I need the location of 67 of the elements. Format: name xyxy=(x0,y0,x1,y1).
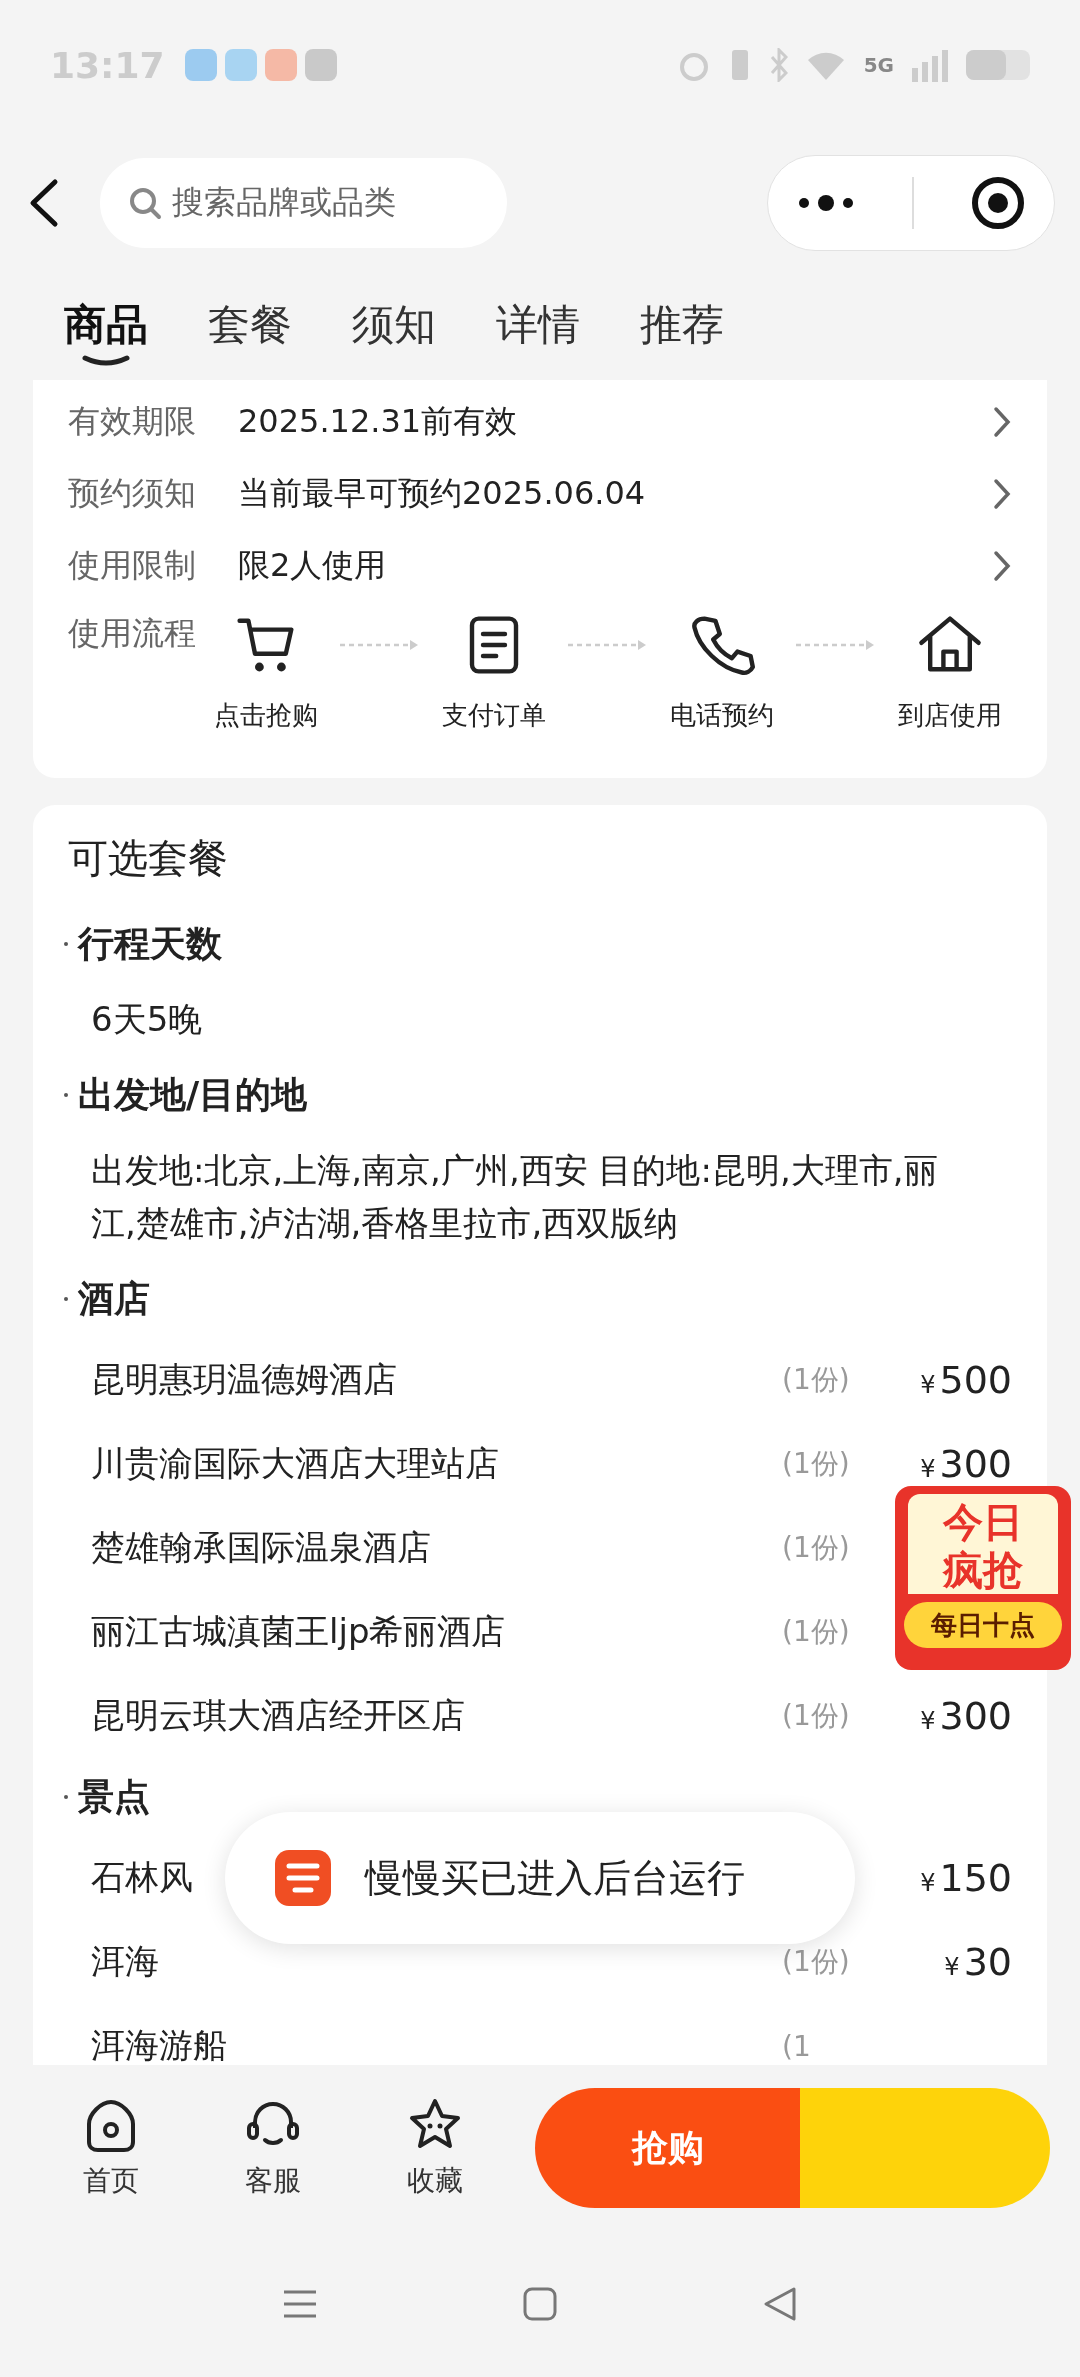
section-heading: 景点 xyxy=(78,1774,150,1819)
step-label: 电话预约 xyxy=(670,699,774,732)
step-label: 点击抢购 xyxy=(214,699,318,732)
step-label: 支付订单 xyxy=(442,699,546,732)
tab-bar-item[interactable]: 客服 xyxy=(191,2095,354,2201)
tab[interactable]: 详情 xyxy=(496,297,580,375)
app-logo-icon xyxy=(275,1850,331,1906)
item-quantity: (1份) xyxy=(782,1531,850,1564)
section-text: 6天5晚 xyxy=(90,998,204,1041)
item-price: ¥30 xyxy=(944,1940,1012,1984)
section-text: 出发地:北京,上海,南京,广州,西安 目的地:昆明,大理市,丽江,楚雄市,泸沽湖,香格里拉市,西双版纳 xyxy=(90,1149,939,1245)
tab[interactable]: 须知 xyxy=(352,297,436,375)
item-name: 昆明惠玥温德姆酒店 xyxy=(91,1359,397,1399)
search-field[interactable]: 搜索品牌或品类 xyxy=(100,157,507,248)
underline-icon xyxy=(81,355,131,367)
promo-badge[interactable]: 今日 疯抢 每日十点 xyxy=(895,1486,1071,1670)
item-name: 洱海游船 xyxy=(91,2025,227,2065)
section-heading: 出发地/目的地 xyxy=(78,1072,308,1117)
item-quantity: (1份) xyxy=(782,1699,850,1732)
chevron-icon[interactable] xyxy=(992,477,1012,511)
info-value: 限2人使用 xyxy=(238,545,388,586)
signal-icon xyxy=(912,48,948,82)
network-label: 5G xyxy=(863,53,894,77)
item-name: 洱海 xyxy=(91,1941,159,1981)
item-price: ¥150 xyxy=(920,1856,1012,1900)
toast-message: 慢慢买已进入后台运行 xyxy=(365,1854,745,1902)
app-icon xyxy=(304,49,337,81)
wifi-icon xyxy=(805,50,846,80)
tab[interactable]: 套餐 xyxy=(208,297,292,375)
section-heading: 酒店 xyxy=(78,1276,150,1321)
tab[interactable]: 推荐 xyxy=(640,297,724,375)
item-quantity: (1份) xyxy=(782,1363,850,1396)
item-quantity: (1份) xyxy=(782,1615,850,1648)
item-name: 川贵渝国际大酒店大理站店 xyxy=(91,1443,499,1483)
more-icon[interactable] xyxy=(796,192,856,213)
section-heading: 行程天数 xyxy=(78,921,222,966)
item-name: 石林风 xyxy=(91,1857,193,1897)
search-icon xyxy=(128,185,162,220)
item-name: 楚雄翰承国际温泉酒店 xyxy=(91,1527,431,1567)
tab-bar-item[interactable]: 首页 xyxy=(30,2095,192,2201)
item-price: ¥300 xyxy=(920,1442,1012,1486)
info-label: 使用流程 xyxy=(68,613,196,654)
app-icon xyxy=(264,49,297,81)
package-title: 可选套餐 xyxy=(68,834,229,883)
item-quantity: (1份) xyxy=(782,1945,850,1978)
item-name: 丽江古城滇菌王ljp希丽酒店 xyxy=(91,1611,506,1651)
chevron-icon[interactable] xyxy=(992,405,1012,439)
app-icon xyxy=(184,49,217,81)
item-price: ¥300 xyxy=(920,1694,1012,1738)
item-quantity: (1 xyxy=(782,2029,811,2063)
item-quantity: (1份) xyxy=(782,1447,850,1480)
info-label: 使用限制 xyxy=(68,545,197,586)
step-label: 到店使用 xyxy=(898,699,1002,732)
battery-icon xyxy=(966,50,1030,80)
app-icon xyxy=(224,49,257,81)
item-name: 昆明云琪大酒店经开区店 xyxy=(91,1695,465,1735)
tab[interactable]: 商品 xyxy=(64,297,148,375)
info-value: 2025.12.31前有效 xyxy=(238,401,519,442)
item-price: ¥500 xyxy=(920,1358,1012,1402)
info-label: 预约须知 xyxy=(68,473,197,514)
tab-bar-item[interactable]: 收藏 xyxy=(353,2095,516,2201)
chevron-icon[interactable] xyxy=(992,549,1012,583)
search-placeholder: 搜索品牌或品类 xyxy=(172,181,396,223)
close-target-icon[interactable] xyxy=(970,174,1026,231)
bluetooth-icon xyxy=(769,48,788,82)
info-value: 当前最早可预约2025.06.04 xyxy=(238,473,647,514)
info-label: 有效期限 xyxy=(68,401,197,442)
